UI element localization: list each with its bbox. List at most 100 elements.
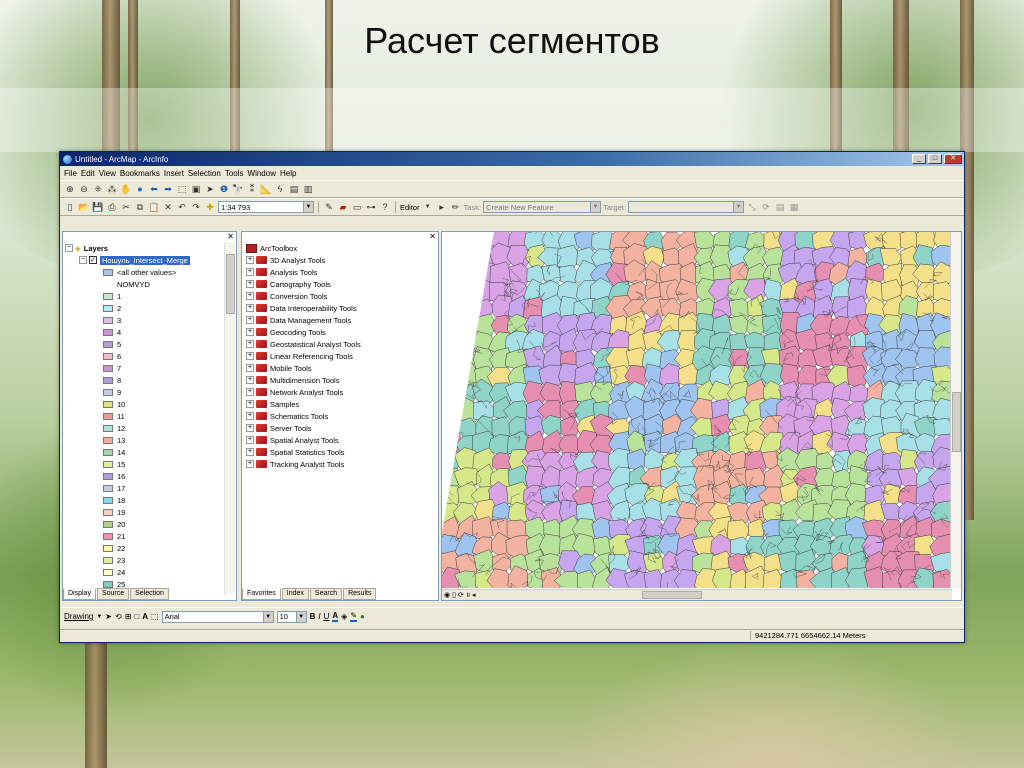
- collapse-icon[interactable]: −: [65, 244, 73, 252]
- tab-display[interactable]: Display: [63, 588, 96, 600]
- legend-swatch[interactable]: [103, 352, 113, 360]
- tab-index[interactable]: Index: [281, 588, 309, 600]
- menu-insert[interactable]: Insert: [164, 169, 184, 178]
- zoom-in-icon[interactable]: ⊕: [64, 183, 76, 195]
- identify-icon[interactable]: ❶: [218, 183, 230, 195]
- map-vertical-scrollbar[interactable]: [950, 232, 961, 588]
- legend-swatch[interactable]: [103, 316, 113, 324]
- legend-swatch[interactable]: [103, 472, 113, 480]
- callout-icon[interactable]: ⬚: [151, 612, 159, 621]
- segment-map[interactable]: [442, 232, 952, 588]
- toolbox-item[interactable]: + Schematics Tools: [246, 410, 361, 422]
- tab-results[interactable]: Results: [343, 588, 377, 600]
- new-document-icon[interactable]: ▯: [64, 201, 76, 213]
- time-slider-icon[interactable]: ▥: [302, 183, 314, 195]
- chevron-down-icon[interactable]: ▼: [295, 611, 306, 622]
- sketch-properties-icon[interactable]: ▦: [788, 201, 800, 213]
- expand-icon[interactable]: +: [246, 268, 254, 276]
- forward-extent-icon[interactable]: ➡: [162, 183, 174, 195]
- legend-swatch[interactable]: [103, 484, 113, 492]
- fixed-zoom-in-icon[interactable]: ⁜: [92, 183, 104, 195]
- toc-scrollbar[interactable]: [224, 242, 235, 594]
- collapse-icon[interactable]: −: [79, 256, 87, 264]
- toolbox-item[interactable]: +3D Analyst Tools: [246, 254, 361, 266]
- legend-swatch[interactable]: [103, 580, 113, 588]
- expand-icon[interactable]: +: [246, 280, 254, 288]
- legend-swatch[interactable]: [103, 508, 113, 516]
- scroll-thumb[interactable]: [952, 392, 961, 452]
- legend-swatch[interactable]: [103, 376, 113, 384]
- toolbox-item[interactable]: + Data Management Tools: [246, 314, 361, 326]
- legend-swatch[interactable]: [103, 388, 113, 396]
- split-tool-icon[interactable]: ⤡: [746, 201, 758, 213]
- chevron-down-icon[interactable]: ▼: [262, 611, 273, 622]
- toolbox-item[interactable]: + Geostatistical Analyst Tools: [246, 338, 361, 350]
- menu-selection[interactable]: Selection: [188, 169, 221, 178]
- toolbox-item[interactable]: + Geocoding Tools: [246, 326, 361, 338]
- toolbox-item[interactable]: + Data Interoperability Tools: [246, 302, 361, 314]
- toolbox-item[interactable]: + Analysis Tools: [246, 266, 361, 278]
- menu-tools[interactable]: Tools: [225, 169, 244, 178]
- model-builder-icon[interactable]: ⊶: [365, 201, 377, 213]
- pan-icon[interactable]: ✋: [120, 183, 132, 195]
- legend-swatch[interactable]: [103, 568, 113, 576]
- toolbox-item[interactable]: + Samples: [246, 398, 361, 410]
- zoom-whole-page-icon[interactable]: ⊞: [125, 612, 132, 621]
- attributes-icon[interactable]: ▤: [774, 201, 786, 213]
- expand-icon[interactable]: +: [246, 376, 254, 384]
- font-combo[interactable]: Arial ▼: [161, 610, 274, 623]
- expand-icon[interactable]: +: [246, 328, 254, 336]
- toolbox-item[interactable]: + Tracking Analyst Tools: [246, 458, 361, 470]
- toolbox-item[interactable]: + Network Analyst Tools: [246, 386, 361, 398]
- close-button[interactable]: ✕: [944, 154, 962, 164]
- target-combo[interactable]: ▼: [628, 201, 745, 213]
- legend-swatch[interactable]: [103, 520, 113, 528]
- zoom-out-icon[interactable]: ⊖: [78, 183, 90, 195]
- redo-icon[interactable]: ↷: [190, 201, 202, 213]
- expand-icon[interactable]: +: [246, 340, 254, 348]
- fixed-zoom-out-icon[interactable]: ⁂: [106, 183, 118, 195]
- scroll-left-icon[interactable]: ◂: [472, 591, 476, 599]
- paste-icon[interactable]: 📋: [148, 201, 160, 213]
- expand-icon[interactable]: +: [246, 388, 254, 396]
- tab-favorites[interactable]: Favorites: [242, 588, 281, 600]
- scroll-thumb[interactable]: [226, 254, 235, 314]
- toolbox-item[interactable]: + Spatial Analyst Tools: [246, 434, 361, 446]
- legend-swatch[interactable]: [103, 400, 113, 408]
- rotate-tool-icon[interactable]: ⟳: [760, 201, 772, 213]
- html-popup-icon[interactable]: ▤: [288, 183, 300, 195]
- legend-swatch[interactable]: [103, 364, 113, 372]
- menu-window[interactable]: Window: [248, 169, 276, 178]
- expand-icon[interactable]: +: [246, 460, 254, 468]
- rotate-icon[interactable]: ⟲: [115, 612, 122, 621]
- print-icon[interactable]: ⎙: [106, 201, 118, 213]
- layer-name[interactable]: Ношуль_Intersect_Merge: [100, 255, 190, 265]
- chevron-down-icon[interactable]: ▼: [422, 201, 434, 213]
- font-size-combo[interactable]: 10 ▼: [276, 610, 307, 623]
- layer-visibility-checkbox[interactable]: ✓: [89, 256, 97, 264]
- expand-icon[interactable]: +: [246, 292, 254, 300]
- add-data-icon[interactable]: ✚: [204, 201, 216, 213]
- legend-swatch[interactable]: [103, 424, 113, 432]
- select-elements-icon[interactable]: ➤: [105, 612, 112, 621]
- full-extent-icon[interactable]: ●: [134, 183, 146, 195]
- refresh-icon[interactable]: ⟳: [458, 591, 464, 599]
- map-horizontal-scrollbar[interactable]: ◉ ▯ ⟳ ॥ ◂: [442, 589, 952, 600]
- legend-swatch[interactable]: [103, 340, 113, 348]
- whats-this-icon[interactable]: ?: [379, 201, 391, 213]
- data-view-icon[interactable]: ◉: [444, 591, 450, 599]
- legend-swatch[interactable]: [103, 544, 113, 552]
- undo-icon[interactable]: ↶: [176, 201, 188, 213]
- expand-icon[interactable]: +: [246, 400, 254, 408]
- font-color-icon[interactable]: A: [332, 611, 339, 622]
- close-icon[interactable]: ✕: [429, 232, 436, 241]
- toolbox-item[interactable]: + Mobile Tools: [246, 362, 361, 374]
- clear-selection-icon[interactable]: ▣: [190, 183, 202, 195]
- pause-drawing-icon[interactable]: ॥: [466, 591, 470, 600]
- toolbox-item[interactable]: + Spatial Statistics Tools: [246, 446, 361, 458]
- layout-view-icon[interactable]: ▯: [452, 591, 456, 599]
- select-features-icon[interactable]: ⬚: [176, 183, 188, 195]
- back-extent-icon[interactable]: ⬅: [148, 183, 160, 195]
- fill-color-icon[interactable]: ◈: [341, 612, 347, 621]
- task-combo[interactable]: Create New Feature ▼: [483, 201, 602, 213]
